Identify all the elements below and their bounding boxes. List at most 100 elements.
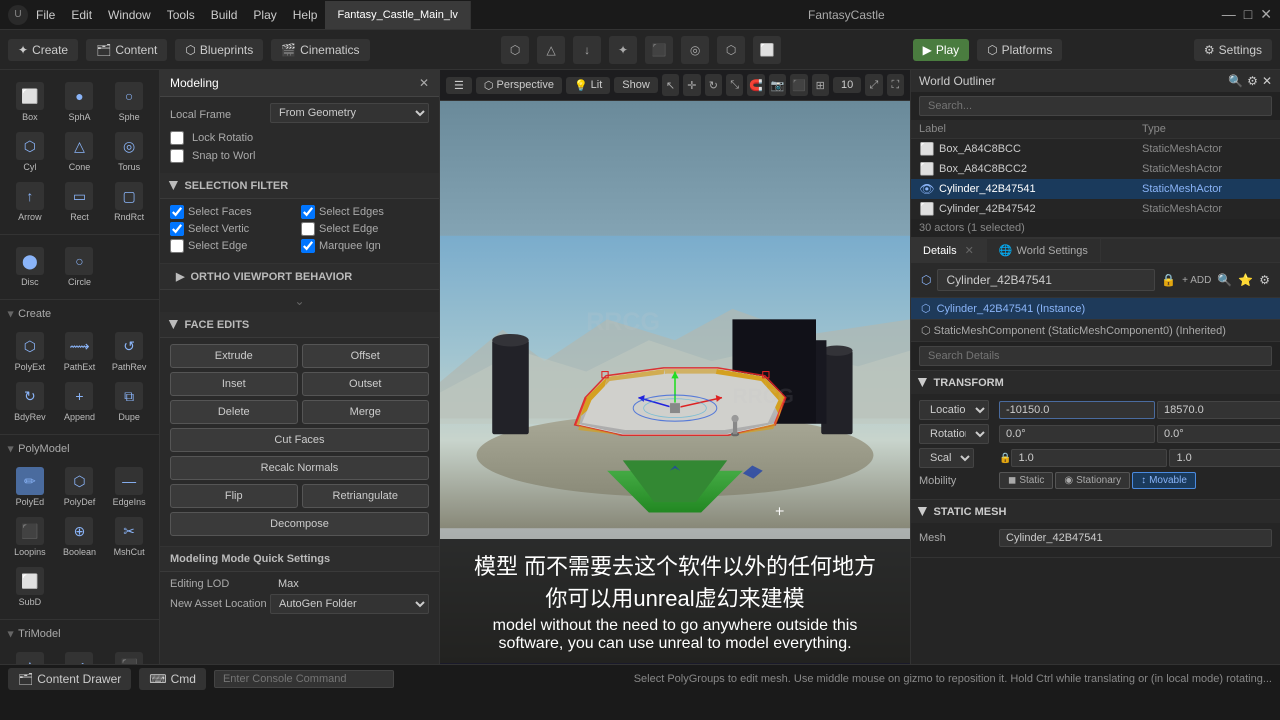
platforms-button[interactable]: ⬡ Platforms: [977, 39, 1062, 61]
tool-rect[interactable]: ▭Rect: [56, 178, 104, 226]
ortho-behavior-header[interactable]: ▶ ORTHO VIEWPORT BEHAVIOR: [160, 264, 439, 290]
outliner-row-box1[interactable]: ⬜ Box_A84C8BCC StaticMeshActor: [911, 139, 1280, 159]
tool-subd[interactable]: ⬜SubD: [6, 563, 54, 611]
vp-rotate-icon[interactable]: ↻: [705, 74, 722, 96]
static-mesh-header[interactable]: ▶ STATIC MESH: [911, 500, 1280, 523]
tool-hfill[interactable]: ⬛HFill: [105, 648, 153, 664]
tool-box[interactable]: ⬜Box: [6, 78, 54, 126]
tool-polydef[interactable]: ⬡PolyDef: [56, 463, 104, 511]
tool-circle[interactable]: ○Circle: [56, 243, 104, 291]
details-tab[interactable]: Details ✕: [911, 239, 987, 262]
location-y-input[interactable]: [1157, 401, 1280, 419]
vp-grid-icon[interactable]: ⬛: [790, 74, 807, 96]
recalc-normals-button[interactable]: Recalc Normals: [170, 456, 429, 480]
movable-mobility-button[interactable]: ↕ Movable: [1132, 472, 1196, 489]
tool-cyl[interactable]: ⬡Cyl: [6, 128, 54, 176]
viewport-menu-button[interactable]: ☰: [446, 77, 472, 94]
details-lock-icon[interactable]: 🔒: [1161, 273, 1176, 287]
toolbar-icon-7[interactable]: ⬡: [717, 36, 745, 64]
delete-button[interactable]: Delete: [170, 400, 298, 424]
show-button[interactable]: Show: [614, 77, 658, 93]
transform-section-header[interactable]: ▶ TRANSFORM: [911, 371, 1280, 394]
details-star-icon[interactable]: ⭐: [1238, 273, 1253, 287]
menu-help[interactable]: Help: [293, 8, 318, 22]
scale-y-input[interactable]: [1169, 449, 1280, 467]
tool-boolean[interactable]: ⊕Boolean: [56, 513, 104, 561]
tool-dupe[interactable]: ⧉Dupe: [105, 378, 153, 426]
merge-button[interactable]: Merge: [302, 400, 430, 424]
tool-bdyrev[interactable]: ↻BdyRev: [6, 378, 54, 426]
content-drawer-button[interactable]: 🗂 Content Drawer: [8, 668, 131, 690]
inset-button[interactable]: Inset: [170, 372, 298, 396]
outliner-row-cyl1[interactable]: 👁 Cylinder_42B47541 StaticMeshActor: [911, 179, 1280, 199]
stationary-mobility-button[interactable]: ◉ Stationary: [1055, 472, 1130, 489]
tool-sphe[interactable]: ○Sphe: [105, 78, 153, 126]
toolbar-icon-5[interactable]: ⬛: [645, 36, 673, 64]
retriangulate-button[interactable]: Retriangulate: [302, 484, 430, 508]
tool-edgeins[interactable]: —EdgeIns: [105, 463, 153, 511]
tool-spha[interactable]: ●SphA: [56, 78, 104, 126]
modeling-close-button[interactable]: ✕: [419, 76, 429, 90]
menu-file[interactable]: File: [36, 8, 55, 22]
tool-polyext[interactable]: ⬡PolyExt: [6, 328, 54, 376]
details-tab-close[interactable]: ✕: [965, 244, 974, 257]
blueprints-button[interactable]: ⬡ Blueprints: [175, 39, 263, 61]
actor-name-input[interactable]: [937, 269, 1155, 291]
minimize-button[interactable]: —: [1222, 6, 1236, 23]
grid-value-button[interactable]: 10: [833, 77, 861, 93]
console-command-input[interactable]: [214, 670, 394, 688]
outliner-row-cyl2[interactable]: ⬜ Cylinder_42B47542 StaticMeshActor: [911, 199, 1280, 219]
vp-expand-icon[interactable]: ⤢: [865, 74, 882, 96]
location-select[interactable]: Location: [919, 400, 989, 420]
details-search-input[interactable]: [919, 346, 1272, 366]
tool-rndrct[interactable]: ▢RndRct: [105, 178, 153, 226]
rotation-y-input[interactable]: [1157, 425, 1280, 443]
cut-faces-button[interactable]: Cut Faces: [170, 428, 429, 452]
vp-layout-icon[interactable]: ⊞: [812, 74, 829, 96]
tool-tried[interactable]: ⊿TriEd: [56, 648, 104, 664]
flip-button[interactable]: Flip: [170, 484, 298, 508]
outliner-search-input[interactable]: [919, 96, 1272, 116]
offset-button[interactable]: Offset: [302, 344, 430, 368]
toolbar-icon-6[interactable]: ◎: [681, 36, 709, 64]
tool-polyed[interactable]: ✏PolyEd: [6, 463, 54, 511]
create-button[interactable]: ✦ Create: [8, 39, 78, 61]
outset-button[interactable]: Outset: [302, 372, 430, 396]
new-asset-location-select[interactable]: AutoGen Folder: [270, 594, 429, 614]
tool-pathrev[interactable]: ↺PathRev: [105, 328, 153, 376]
lit-button[interactable]: 💡 Lit: [566, 77, 610, 94]
vp-fullscreen-icon[interactable]: ⛶: [887, 74, 904, 96]
maximize-button[interactable]: □: [1244, 6, 1252, 23]
lock-rotation-checkbox[interactable]: [170, 131, 184, 145]
viewport[interactable]: ☰ ⬡ Perspective 💡 Lit Show ↖ ✛ ↻ ⤡ 🧲 📷 ⬛…: [440, 70, 910, 664]
menu-edit[interactable]: Edit: [71, 8, 92, 22]
rotation-x-input[interactable]: [999, 425, 1155, 443]
tool-cone[interactable]: △Cone: [56, 128, 104, 176]
menu-play[interactable]: Play: [253, 8, 276, 22]
toolbar-icon-3[interactable]: ↓: [573, 36, 601, 64]
outliner-row-box2[interactable]: ⬜ Box_A84C8BCC2 StaticMeshActor: [911, 159, 1280, 179]
decompose-button[interactable]: Decompose: [170, 512, 429, 536]
outliner-search-icon[interactable]: 🔍: [1228, 74, 1243, 88]
vp-camera-icon[interactable]: 📷: [769, 74, 786, 96]
local-frame-select[interactable]: From Geometry: [270, 103, 429, 123]
filter-edge2-checkbox[interactable]: [170, 239, 184, 253]
details-search-icon[interactable]: 🔍: [1217, 273, 1232, 287]
add-component-button[interactable]: + ADD: [1182, 275, 1211, 286]
tool-loopins[interactable]: ⬛Loopins: [6, 513, 54, 561]
details-settings-icon[interactable]: ⚙: [1259, 273, 1270, 287]
tool-torus[interactable]: ◎Torus: [105, 128, 153, 176]
settings-button[interactable]: ⚙ Settings: [1194, 39, 1272, 61]
extrude-button[interactable]: Extrude: [170, 344, 298, 368]
vp-cursor-icon[interactable]: ↖: [662, 74, 679, 96]
cinematics-button[interactable]: 🎬 Cinematics: [271, 39, 369, 61]
tool-append[interactable]: +Append: [56, 378, 104, 426]
outliner-close-button[interactable]: ✕: [1262, 74, 1272, 88]
filter-marquee-checkbox[interactable]: [301, 239, 315, 253]
open-level-tab[interactable]: Fantasy_Castle_Main_lv: [325, 1, 470, 29]
tool-disc[interactable]: ⬤Disc: [6, 243, 54, 291]
perspective-button[interactable]: ⬡ Perspective: [476, 77, 562, 94]
location-x-input[interactable]: [999, 401, 1155, 419]
menu-tools[interactable]: Tools: [167, 8, 195, 22]
world-settings-tab[interactable]: 🌐 World Settings: [987, 239, 1101, 262]
